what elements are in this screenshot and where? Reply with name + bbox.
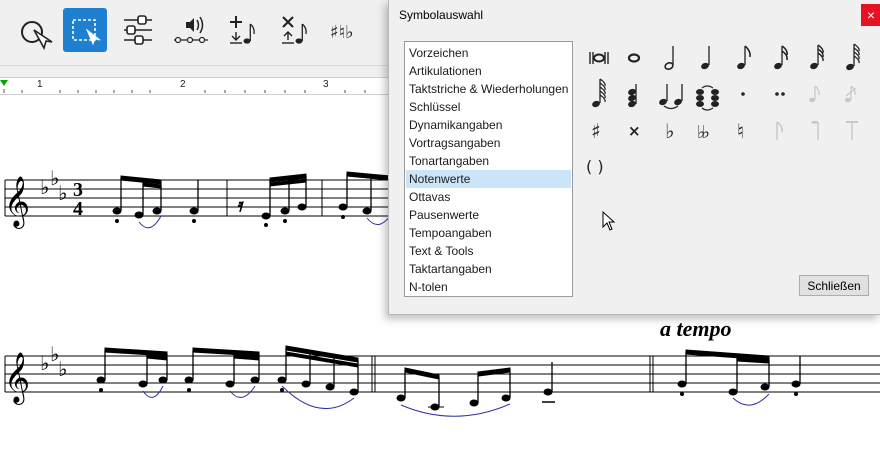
symbol-dialog: Symbolauswahl × Vorzeichen Artikulatione…	[388, 0, 880, 315]
plus-note-icon	[230, 16, 255, 44]
double-dot-icon[interactable]	[762, 76, 798, 112]
category-item-selected[interactable]: Notenwerte	[406, 170, 571, 188]
svg-text:♭: ♭	[40, 175, 49, 199]
flag-straight-icon	[834, 112, 870, 148]
close-button[interactable]: Schließen	[799, 275, 869, 296]
category-list[interactable]: Vorzeichen Artikulationen Taktstriche & …	[404, 41, 573, 297]
dialog-close-button[interactable]: ×	[861, 4, 880, 26]
category-item[interactable]: Tempoangaben	[406, 224, 571, 242]
sharp-natural-flat-icon: ♯♮♭	[330, 22, 354, 43]
natural-icon[interactable]: ♮	[725, 112, 761, 148]
eighth-note-icon[interactable]	[725, 40, 761, 76]
ruler-number-3: 3	[323, 79, 329, 90]
svg-text:♮: ♮	[737, 119, 744, 143]
insert-note-tool-button[interactable]	[220, 8, 264, 52]
delete-note-tool-button[interactable]	[272, 8, 316, 52]
category-item[interactable]: Schlüssel	[406, 98, 571, 116]
symbol-grid: ♯ × ♭ ♭♭ ♮ ( )	[575, 36, 875, 206]
rectangle-select-icon	[72, 19, 101, 46]
category-item[interactable]: Pausenwerte	[406, 206, 571, 224]
svg-text:♭: ♭	[58, 181, 67, 205]
speaker-icon	[174, 16, 208, 44]
half-note-icon[interactable]	[653, 40, 689, 76]
svg-text:( ): ( )	[586, 157, 604, 176]
double-whole-note-icon[interactable]	[580, 40, 616, 76]
cross-note-icon	[282, 16, 307, 44]
treble-clef-1: 𝄞	[4, 176, 30, 229]
category-item[interactable]: Tonartangaben	[406, 152, 571, 170]
ruler-number-1: 1	[37, 79, 43, 90]
dialog-title: Symbolauswahl	[399, 8, 484, 22]
svg-text:4: 4	[73, 198, 83, 220]
chord-icon[interactable]	[616, 76, 652, 112]
svg-text:♭: ♭	[665, 119, 674, 143]
whole-note-icon[interactable]	[616, 40, 652, 76]
svg-text:×: ×	[628, 122, 641, 140]
category-item[interactable]: Vortragsangaben	[406, 134, 571, 152]
category-item[interactable]: N-tolen	[406, 278, 571, 296]
playback-tool-button[interactable]	[168, 8, 212, 52]
pointer-circle-icon	[21, 21, 53, 51]
select-tool-button[interactable]	[12, 8, 56, 52]
hundred-twenty-eighth-note-icon[interactable]	[580, 76, 616, 112]
category-item[interactable]: Ottavas	[406, 188, 571, 206]
category-item[interactable]: Taktartangaben	[406, 260, 571, 278]
accidentals-tool-button[interactable]: ♯♮♭	[324, 8, 368, 52]
parentheses-icon[interactable]: ( )	[580, 148, 616, 184]
mouse-cursor-icon	[602, 211, 616, 231]
flat-icon[interactable]: ♭	[653, 112, 689, 148]
quarter-note-icon[interactable]	[689, 40, 725, 76]
tied-chord-icon[interactable]	[689, 76, 725, 112]
double-flat-icon[interactable]: ♭♭	[689, 112, 725, 148]
rectangle-select-tool-button[interactable]	[63, 8, 107, 52]
flag-up-icon	[762, 112, 798, 148]
svg-text:𝄿: 𝄿	[238, 195, 244, 216]
thirty-second-note-icon[interactable]	[798, 40, 834, 76]
dot-icon[interactable]	[725, 76, 761, 112]
tie-icon[interactable]	[653, 76, 689, 112]
sharp-icon[interactable]: ♯	[580, 112, 616, 148]
svg-text:♯♮♭: ♯♮♭	[330, 22, 354, 43]
sixteenth-note-icon[interactable]	[762, 40, 798, 76]
flag-down-icon	[798, 112, 834, 148]
category-item[interactable]: Dynamikangaben	[406, 116, 571, 134]
category-item[interactable]: Text & Tools	[406, 242, 571, 260]
tempo-marking[interactable]: a tempo	[660, 316, 732, 342]
category-item[interactable]: Taktstriche & Wiederholungen	[406, 80, 571, 98]
svg-text:♭♭: ♭♭	[697, 122, 708, 143]
svg-text:♯: ♯	[591, 119, 601, 143]
sixty-fourth-note-icon[interactable]	[834, 40, 870, 76]
category-item[interactable]: Vorzeichen	[406, 44, 571, 62]
category-item[interactable]: Artikulationen	[406, 62, 571, 80]
svg-text:♭: ♭	[58, 357, 67, 381]
ruler-number-2: 2	[180, 79, 186, 90]
mixer-tool-button[interactable]	[116, 8, 160, 52]
double-sharp-icon[interactable]: ×	[616, 112, 652, 148]
sliders-icon	[124, 15, 152, 45]
treble-clef-2: 𝄞	[4, 352, 30, 405]
close-icon: ×	[866, 7, 876, 23]
svg-text:♭: ♭	[40, 351, 49, 375]
grace-note-slashed-icon	[834, 76, 870, 112]
grace-note-icon	[798, 76, 834, 112]
